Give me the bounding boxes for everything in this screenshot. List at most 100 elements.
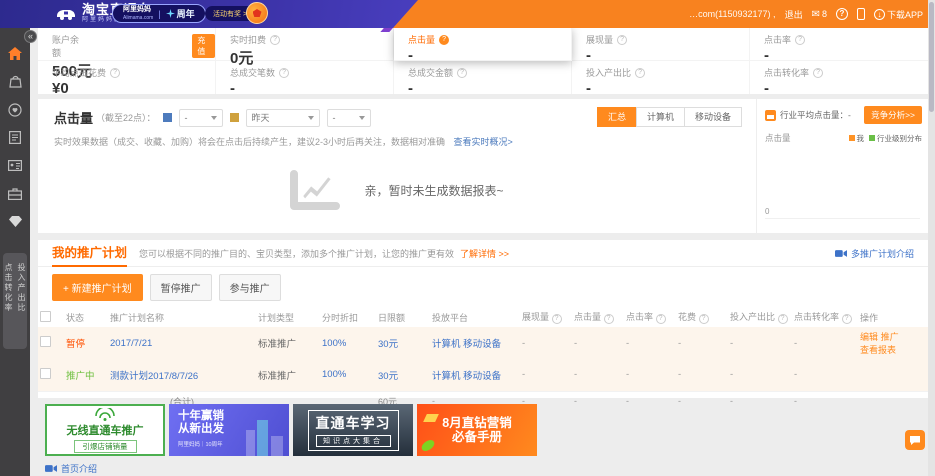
mobile-app-icon[interactable] [857,8,865,20]
stat-label: 点击量 [408,33,435,46]
sidebar-item-favorites[interactable] [8,102,23,117]
document-icon [9,131,21,144]
pause-campaign-button[interactable]: 暂停推广 [150,274,212,301]
building-graphic [271,436,283,456]
daily-limit-link[interactable]: 30元 [378,371,398,382]
chevron-down-icon [211,116,217,120]
tab-my-campaigns[interactable]: 我的推广计划 [52,240,127,267]
series2-color-swatch [230,113,239,122]
stat-total-orders: 总成交笔数 - [216,61,394,94]
banner-learning[interactable]: 直通车学习 知识点大集合 [293,404,413,456]
edit-link[interactable]: 编辑 [860,332,878,342]
info-icon[interactable] [795,35,805,45]
gift-badge-icon[interactable] [246,2,268,24]
scrollbar-thumb[interactable] [929,2,934,112]
series1-dropdown[interactable]: - [179,109,223,127]
discount-link[interactable]: 100% [322,338,346,349]
join-campaign-button[interactable]: 参与推广 [219,274,281,301]
discount-link[interactable]: 100% [322,369,346,380]
series1-color-swatch [163,113,172,122]
info-icon[interactable] [842,314,852,324]
campaign-name-link[interactable]: 测款计划2017/8/7/26 [110,371,198,382]
daily-limit-link[interactable]: 30元 [378,339,398,350]
sidebar-item-premium[interactable] [8,214,23,229]
banner-title: 直通车学习 [316,413,391,433]
mail-icon: ✉ [812,9,820,20]
info-icon[interactable] [699,314,709,324]
realtime-overview-link[interactable]: 查看实时概况> [454,137,513,147]
impressions-value: - [520,359,572,391]
info-icon[interactable] [617,35,627,45]
banner-title2: 必备手册 [442,430,511,444]
download-icon: ↓ [874,9,885,20]
sidebar-item-account[interactable] [8,158,23,173]
series3-dropdown[interactable]: - [327,109,371,127]
col-cost: 花费 [678,312,696,322]
row-checkbox[interactable] [40,336,51,347]
banner-ten-year[interactable]: 十年赢销 从新出发 阿里妈妈｜10周年 [169,404,289,456]
help-orange-icon[interactable] [439,35,449,45]
top-header: 淘宝直通车 阿里妈妈旗下产品 阿里妈妈 Alimama.com | 周年 活动有… [0,0,935,28]
col-impressions: 展现量 [522,312,549,322]
info-icon[interactable] [552,314,562,324]
stat-label: 总成交金额 [408,66,453,79]
stat-total-revenue: 总成交金额 - [394,61,572,94]
info-icon[interactable] [813,68,823,78]
stat-account-balance: 账户余额 充值 500元 [38,28,216,61]
help-icon[interactable]: ? [836,8,848,20]
stat-label: 总成交笔数 [230,66,275,79]
logout-link[interactable]: 退出 [785,8,803,21]
decor-shape [423,414,439,422]
info-icon[interactable] [635,68,645,78]
badge-divider: | [158,9,160,19]
sidebar-item-home[interactable] [8,46,23,61]
recharge-button[interactable]: 充值 [192,34,215,58]
info-icon[interactable] [279,68,289,78]
roi-value: - [728,327,792,359]
legend-me-label: 我 [857,133,865,144]
clicks-chart-card: 点击量 （截至22点）： - 昨天 - 汇总 计算机 [38,99,928,233]
row-checkbox[interactable] [40,368,51,379]
sidebar-item-tools[interactable] [8,186,23,201]
campaign-name-link[interactable]: 2017/7/21 [110,338,152,349]
tab-summary[interactable]: 汇总 [597,107,637,127]
page-scrollbar[interactable] [928,0,935,476]
tab-mobile[interactable]: 移动设备 [684,107,742,127]
info-icon[interactable] [110,68,120,78]
mail-button[interactable]: ✉ 8 [812,9,827,20]
home-intro-link[interactable]: 首页介绍 [45,462,97,475]
download-app-button[interactable]: ↓ 下载APP [874,8,923,21]
info-icon[interactable] [778,314,788,324]
learn-more-link[interactable]: 了解详情 >> [460,247,509,260]
customer-service-button[interactable] [905,430,925,450]
tab-computer[interactable]: 计算机 [636,107,685,127]
user-account: …com(1150932177) , [689,9,775,19]
competition-analysis-button[interactable]: 竞争分析>> [864,106,922,124]
info-icon[interactable] [656,314,666,324]
date-dropdown[interactable]: 昨天 [246,109,320,127]
platform-link[interactable]: 计算机 移动设备 [432,371,501,382]
select-all-checkbox[interactable] [40,311,51,322]
info-icon[interactable] [270,35,280,45]
vertical-label-roi: 投入产出比 [16,263,27,349]
sidebar-metrics-panel[interactable]: 点击转化率 投入产出比 [3,253,27,349]
banner-wireless-promo[interactable]: 无线直通车推广 引爆店铺销量 [45,404,165,456]
campaign-type: 标准推广 [256,327,320,359]
new-campaign-button[interactable]: + 新建推广计划 [52,274,143,301]
sidebar-collapse-button[interactable]: « [24,30,37,43]
info-icon[interactable] [604,314,614,324]
view-report-link[interactable]: 查看报表 [860,345,896,355]
anniversary-badge[interactable]: 阿里妈妈 Alimama.com | 周年 [112,4,206,23]
stat-label: 账户余额 [52,33,80,59]
promote-link[interactable]: 推广 [881,332,899,342]
banner-title: 无线直通车推广 [67,422,144,438]
summary-clicks: - [572,391,624,411]
multi-campaign-intro-link[interactable]: 多推广计划介绍 [835,247,914,260]
cvr-value: - [792,327,858,359]
col-discount: 分时折扣 [320,307,376,327]
platform-link[interactable]: 计算机 移动设备 [432,339,501,350]
sidebar-item-reports[interactable] [8,130,23,145]
banner-august-handbook[interactable]: 8月直钻营销 必备手册 [417,404,537,456]
info-icon[interactable] [457,68,467,78]
sidebar-item-shop[interactable] [8,74,23,89]
